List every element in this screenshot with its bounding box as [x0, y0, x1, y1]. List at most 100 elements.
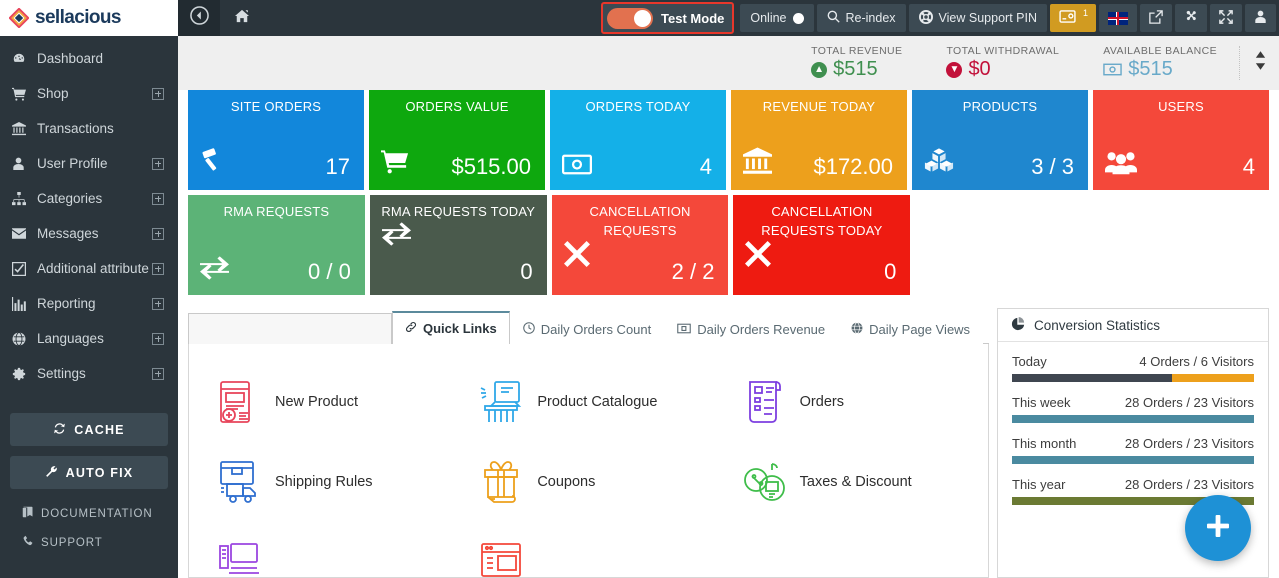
sidebar-item-transactions[interactable]: Transactions — [0, 111, 178, 146]
sidebar-item-settings[interactable]: Settings — [0, 356, 178, 391]
tab-bar-filler — [188, 313, 392, 344]
kpi-tile-users[interactable]: USERS 4 — [1093, 90, 1269, 190]
brand-logo[interactable]: sellacious — [0, 0, 178, 36]
cart-icon — [12, 87, 32, 101]
auto-fix-button-label: AUTO FIX — [65, 465, 134, 480]
messages-badge-button[interactable]: 1 — [1049, 4, 1096, 32]
conversion-period-label: This week — [1012, 395, 1071, 410]
sidebar-item-label: Reporting — [37, 296, 96, 311]
fullscreen-button[interactable] — [1210, 4, 1242, 32]
view-support-pin-button[interactable]: View Support PIN — [908, 4, 1047, 32]
expand-plus-icon[interactable] — [152, 367, 164, 380]
sitemap-icon — [12, 191, 32, 206]
expand-plus-icon[interactable] — [152, 297, 164, 310]
kpi-tile-cancellation-requests[interactable]: CANCELLATION REQUESTS 2 / 2 — [551, 195, 729, 295]
user-account-icon — [1254, 10, 1267, 26]
conversion-card-header: Conversion Statistics — [998, 309, 1268, 342]
checkbox-icon — [12, 261, 32, 276]
quick-link-orders[interactable]: Orders — [720, 362, 982, 442]
tab-daily-orders-revenue[interactable]: Daily Orders Revenue — [664, 313, 839, 344]
expand-plus-icon[interactable] — [152, 227, 164, 240]
quick-link-taxes-discount[interactable]: Taxes & Discount — [720, 442, 982, 522]
quick-link-computer[interactable] — [195, 522, 457, 577]
kpi-value: 3 / 3 — [1031, 154, 1074, 179]
product-catalogue-icon — [479, 380, 523, 424]
tab-daily-orders-count[interactable]: Daily Orders Count — [509, 313, 665, 344]
expand-plus-icon[interactable] — [152, 157, 164, 170]
expand-plus-icon[interactable] — [152, 262, 164, 275]
conversion-stat: 28 Orders / 23 Visitors — [1124, 477, 1254, 492]
reindex-button[interactable]: Re-index — [816, 4, 906, 32]
test-mode-toggle[interactable] — [607, 7, 654, 29]
search-icon — [827, 10, 840, 26]
kpi-tile-cancellation-requests-today[interactable]: CANCELLATION REQUESTS TODAY 0 — [733, 195, 911, 295]
cache-button[interactable]: CACHE — [10, 413, 168, 446]
kpi-tile-orders-value[interactable]: ORDERS VALUE $515.00 — [369, 90, 545, 190]
kpi-tile-rma-requests-today[interactable]: RMA REQUESTS TODAY 0 — [369, 195, 547, 295]
add-new-button[interactable] — [1185, 495, 1251, 561]
conversion-period-label: This month — [1012, 436, 1077, 451]
kpi-tile-revenue-today[interactable]: REVENUE TODAY $172.00 — [731, 90, 907, 190]
tab-daily-page-views[interactable]: Daily Page Views — [838, 313, 984, 344]
sidebar-nav: Dashboard Shop Transactions User Profile… — [0, 36, 178, 391]
card-icon — [1059, 10, 1076, 26]
expand-plus-icon[interactable] — [152, 87, 164, 100]
kpi-tile-products[interactable]: PRODUCTS 3 / 3 — [912, 90, 1088, 190]
quick-link-shipping-rules[interactable]: Shipping Rules — [195, 442, 457, 522]
kpi-tile-site-orders[interactable]: SITE ORDERS 17 — [188, 90, 364, 190]
tab-label: Daily Orders Count — [540, 321, 652, 337]
kpi-title: RMA REQUESTS TODAY — [381, 204, 536, 219]
sidebar-item-shop[interactable]: Shop — [0, 76, 178, 111]
sidebar-item-languages[interactable]: Languages — [0, 321, 178, 356]
kpi-value: 4 — [699, 154, 712, 179]
conversion-period-label: This year — [1012, 477, 1066, 492]
quick-link-coupons[interactable]: Coupons — [457, 442, 719, 522]
online-status-chip[interactable]: Online — [740, 4, 814, 32]
tab-label: Daily Orders Revenue — [697, 321, 826, 337]
sidebar-item-user-profile[interactable]: User Profile — [0, 146, 178, 181]
kpi-title: PRODUCTS — [962, 99, 1038, 114]
kpi-value: $515.00 — [451, 154, 531, 179]
documentation-link[interactable]: DOCUMENTATION — [10, 499, 168, 528]
joomla-button[interactable] — [1175, 4, 1207, 32]
sidebar-item-label: Settings — [37, 366, 86, 381]
sidebar-item-messages[interactable]: Messages — [0, 216, 178, 251]
home-button[interactable] — [220, 0, 264, 36]
expand-plus-icon[interactable] — [152, 192, 164, 205]
open-site-button[interactable] — [1140, 4, 1172, 32]
tab-quick-links[interactable]: Quick Links — [392, 311, 510, 344]
phone-icon — [22, 535, 34, 550]
kpi-tiles: SITE ORDERS 17 ORDERS VALUE $515.00 ORDE… — [178, 90, 1279, 300]
users-icon — [1105, 149, 1137, 180]
account-button[interactable] — [1245, 4, 1276, 32]
sidebar-item-additional-attribute[interactable]: Additional attribute — [0, 251, 178, 286]
kpi-title: CANCELLATION REQUESTS TODAY — [761, 204, 883, 238]
kpi-title: REVENUE TODAY — [762, 99, 876, 114]
quick-link-product-catalogue[interactable]: Product Catalogue — [457, 362, 719, 442]
topbar-actions: Test Mode Online Re-index View Support P… — [601, 0, 1279, 36]
kpi-title: USERS — [1158, 99, 1204, 114]
summary-scroll-control[interactable] — [1239, 46, 1267, 80]
external-link-icon — [1149, 9, 1163, 27]
summary-value: $515 — [1128, 58, 1173, 80]
sidebar-item-categories[interactable]: Categories — [0, 181, 178, 216]
language-switcher[interactable] — [1099, 4, 1137, 32]
circle-status-icon — [792, 12, 804, 24]
quick-link-window-list[interactable] — [457, 522, 719, 577]
kpi-tile-rma-requests[interactable]: RMA REQUESTS 0 / 0 — [188, 195, 365, 295]
test-mode-control[interactable]: Test Mode — [601, 2, 735, 34]
summary-title: TOTAL WITHDRAWAL — [946, 45, 1060, 57]
back-button[interactable] — [178, 0, 220, 36]
auto-fix-button[interactable]: AUTO FIX — [10, 456, 168, 489]
support-link[interactable]: SUPPORT — [10, 528, 168, 557]
reindex-label: Re-index — [845, 11, 896, 25]
coupon-gift-icon — [479, 460, 523, 504]
kpi-tile-orders-today[interactable]: ORDERS TODAY 4 — [550, 90, 726, 190]
back-arrow-circle-icon — [189, 6, 209, 30]
sidebar-item-label: Additional attribute — [37, 261, 149, 276]
expand-plus-icon[interactable] — [152, 332, 164, 345]
sidebar-item-dashboard[interactable]: Dashboard — [0, 41, 178, 76]
quick-link-new-product[interactable]: New Product — [195, 362, 457, 442]
sidebar-item-reporting[interactable]: Reporting — [0, 286, 178, 321]
